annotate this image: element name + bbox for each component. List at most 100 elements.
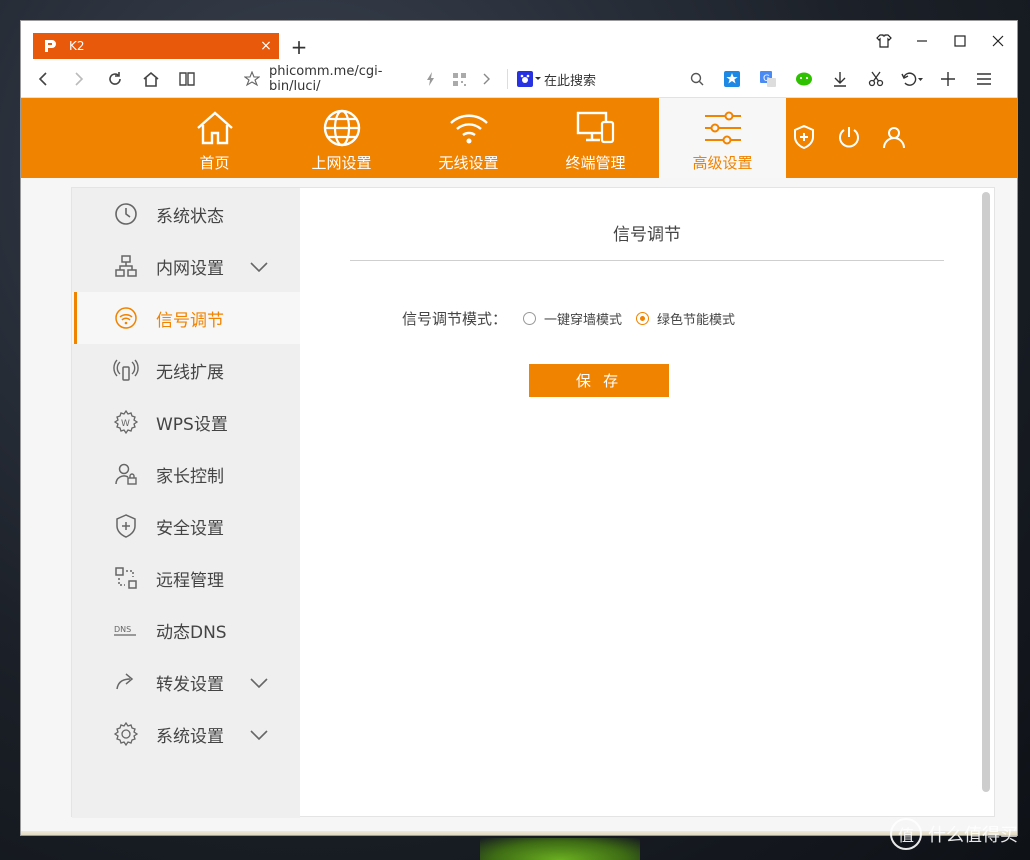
wps-gear-icon: W xyxy=(106,409,146,435)
download-icon[interactable] xyxy=(822,64,858,94)
sidebar-item-label: 内网设置 xyxy=(156,258,224,279)
nav-label: 上网设置 xyxy=(311,154,372,172)
signal-mode-row: 信号调节模式： 一键穿墙模式 绿色节能模式 xyxy=(402,308,749,329)
watermark-text: 什么值得买 xyxy=(928,825,1018,846)
nav-device-management[interactable]: 终端管理 xyxy=(532,98,659,178)
scissors-icon[interactable] xyxy=(858,64,894,94)
nav-wireless-settings[interactable]: 无线设置 xyxy=(405,98,532,178)
devices-icon xyxy=(576,108,616,148)
scrollbar[interactable] xyxy=(982,188,990,798)
qrcode-icon[interactable] xyxy=(445,72,473,86)
sidebar-item-label: WPS设置 xyxy=(156,414,228,435)
dns-icon: DNS xyxy=(106,622,146,638)
back-icon[interactable] xyxy=(25,64,61,94)
wifi-icon xyxy=(449,108,489,148)
sidebar-item-signal-adjust[interactable]: 信号调节 xyxy=(72,292,300,344)
search-input[interactable]: 在此搜索 xyxy=(544,70,684,89)
reload-icon[interactable] xyxy=(97,64,133,94)
sidebar-item-label: 家长控制 xyxy=(156,466,224,487)
address-bar[interactable]: phicomm.me/cgi-bin/luci/ xyxy=(239,64,501,94)
sidebar-item-label: 无线扩展 xyxy=(156,362,224,383)
nav-advanced-settings[interactable]: 高级设置 xyxy=(659,98,786,178)
tab-close-icon[interactable]: × xyxy=(257,38,275,54)
nav-label: 首页 xyxy=(199,154,230,172)
chevron-down-icon[interactable] xyxy=(250,726,268,746)
favorites-icon[interactable] xyxy=(714,64,750,94)
phicomm-logo-icon xyxy=(41,37,59,55)
radio-circle[interactable] xyxy=(523,312,537,325)
url-text[interactable]: phicomm.me/cgi-bin/luci/ xyxy=(269,64,417,94)
radio-green-energy[interactable]: 绿色节能模式 xyxy=(636,309,735,328)
sidebar-item-system-settings[interactable]: 系统设置 xyxy=(72,708,300,760)
sidebar-item-label: 信号调节 xyxy=(156,310,224,331)
close-icon[interactable] xyxy=(979,29,1017,53)
new-tab-button[interactable]: + xyxy=(289,35,309,59)
minimize-icon[interactable] xyxy=(903,29,941,53)
scrollbar-thumb[interactable] xyxy=(982,192,990,792)
title-bar: K2 × + xyxy=(21,21,1017,61)
shield-plus-icon[interactable] xyxy=(781,120,826,154)
footer-strip xyxy=(21,831,1017,835)
power-icon[interactable] xyxy=(826,120,871,154)
background-grass xyxy=(480,838,640,860)
router-header: 首页 上网设置 无线设置 终端管理 高级设置 xyxy=(21,98,1017,178)
chevron-down-icon[interactable] xyxy=(250,258,268,278)
sidebar-item-forwarding[interactable]: 转发设置 xyxy=(72,656,300,708)
page-title: 信号调节 xyxy=(613,225,681,245)
radio-label: 绿色节能模式 xyxy=(657,313,736,328)
signal-icon xyxy=(106,306,146,330)
sidebar-item-wireless-extend[interactable]: 无线扩展 xyxy=(72,344,300,396)
undo-icon[interactable] xyxy=(894,64,930,94)
forward-icon[interactable] xyxy=(61,64,97,94)
sidebar-item-security[interactable]: 安全设置 xyxy=(72,500,300,552)
nav-home[interactable]: 首页 xyxy=(151,98,278,178)
tab-title: K2 xyxy=(69,39,85,53)
parent-lock-icon xyxy=(106,462,146,486)
settings-icon xyxy=(106,721,146,747)
nav-internet-settings[interactable]: 上网设置 xyxy=(278,98,405,178)
home-icon xyxy=(195,108,235,148)
signal-mode-label: 信号调节模式： xyxy=(402,310,508,328)
main-nav: 首页 上网设置 无线设置 终端管理 高级设置 xyxy=(151,98,786,178)
sliders-icon xyxy=(703,108,743,148)
reader-icon[interactable] xyxy=(169,64,205,94)
sidebar-item-system-status[interactable]: 系统状态 xyxy=(72,188,300,240)
svg-text:W: W xyxy=(121,419,130,429)
menu-icon[interactable] xyxy=(966,64,1002,94)
sidebar-item-remote-management[interactable]: 远程管理 xyxy=(72,552,300,604)
search-box[interactable]: 在此搜索 xyxy=(514,64,710,94)
browser-tools: G xyxy=(714,64,1002,94)
search-icon[interactable] xyxy=(684,72,710,86)
window-controls xyxy=(865,29,1017,53)
remote-icon xyxy=(106,566,146,590)
shield-icon xyxy=(106,514,146,538)
sidebar-item-parental-control[interactable]: 家长控制 xyxy=(72,448,300,500)
sidebar-item-wps[interactable]: W WPS设置 xyxy=(72,396,300,448)
sidebar-item-label: 系统设置 xyxy=(156,726,224,747)
sidebar-item-lan-settings[interactable]: 内网设置 xyxy=(72,240,300,292)
smzdm-logo-icon: 值 xyxy=(890,818,922,850)
baidu-engine-icon[interactable] xyxy=(514,71,544,87)
nav-label: 终端管理 xyxy=(565,154,626,172)
sidebar-item-ddns[interactable]: DNS 动态DNS xyxy=(72,604,300,656)
user-icon[interactable] xyxy=(871,120,916,154)
browser-window: K2 × + phicomm.me/cgi-bin/luci/ 在此搜索 G 首… xyxy=(20,20,1018,836)
save-button[interactable]: 保 存 xyxy=(529,364,669,397)
browser-tab[interactable]: K2 × xyxy=(33,33,279,59)
home-icon[interactable] xyxy=(133,64,169,94)
chevron-down-icon[interactable] xyxy=(250,674,268,694)
shirt-skin-icon[interactable] xyxy=(865,29,903,53)
add-icon[interactable] xyxy=(930,64,966,94)
radio-wall-penetration[interactable]: 一键穿墙模式 xyxy=(523,309,622,328)
sidebar-item-label: 动态DNS xyxy=(156,622,227,643)
lightning-icon[interactable] xyxy=(417,72,445,86)
chevron-right-icon[interactable] xyxy=(473,73,501,85)
network-icon xyxy=(106,254,146,278)
bookmark-star-icon[interactable] xyxy=(239,71,265,87)
wechat-icon[interactable] xyxy=(786,64,822,94)
translate-icon[interactable]: G xyxy=(750,64,786,94)
svg-text:DNS: DNS xyxy=(114,625,131,634)
radio-circle[interactable] xyxy=(636,312,650,325)
sidebar-item-label: 转发设置 xyxy=(156,674,224,695)
maximize-icon[interactable] xyxy=(941,29,979,53)
